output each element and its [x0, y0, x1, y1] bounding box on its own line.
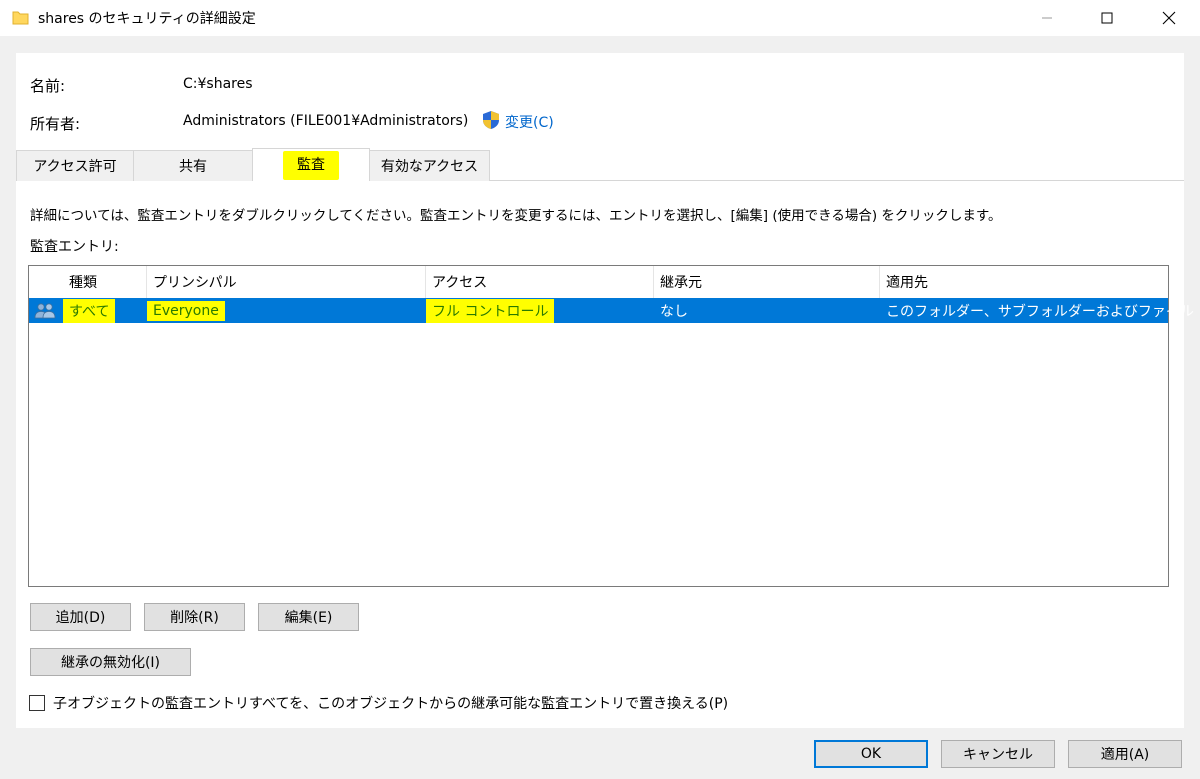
column-header-type[interactable]: 種類 — [63, 266, 147, 298]
minimize-icon — [1042, 17, 1052, 19]
maximize-icon — [1101, 12, 1113, 24]
tab-effective-access-label: 有効なアクセス — [380, 159, 479, 175]
maximize-button[interactable] — [1084, 0, 1130, 36]
ok-button[interactable]: OK — [814, 740, 928, 768]
tab-auditing-label: 監査 — [283, 150, 339, 180]
tab-permissions-label: アクセス許可 — [33, 159, 117, 175]
cell-principal: Everyone — [147, 298, 225, 323]
cell-inherited-from: なし — [660, 303, 688, 320]
name-value: C:¥shares — [183, 76, 253, 92]
edit-button[interactable]: 編集(E) — [258, 603, 359, 631]
close-icon — [1162, 11, 1176, 25]
uac-shield-icon — [483, 111, 499, 129]
close-button[interactable] — [1146, 0, 1192, 36]
users-icon — [34, 303, 56, 319]
cell-access: フル コントロール — [426, 298, 555, 323]
name-label: 名前: — [30, 77, 66, 95]
audit-entries-label: 監査エントリ: — [30, 239, 119, 255]
cancel-button[interactable]: キャンセル — [941, 740, 1055, 768]
apply-button[interactable]: 適用(A) — [1068, 740, 1182, 768]
cell-type: すべて — [63, 298, 116, 323]
tab-share[interactable]: 共有 — [133, 150, 253, 181]
owner-value: Administrators (FILE001¥Administrators) — [183, 113, 469, 129]
tab-auditing[interactable]: 監査 — [252, 148, 370, 181]
add-button[interactable]: 追加(D) — [30, 603, 131, 631]
window-title: shares のセキュリティの詳細設定 — [38, 11, 256, 27]
cell-applies-to: このフォルダー、サブフォルダーおよびファイル — [886, 303, 1194, 320]
change-owner-link[interactable]: 変更(C) — [505, 112, 554, 132]
description-text: 詳細については、監査エントリをダブルクリックしてください。監査エントリを変更する… — [30, 208, 1002, 224]
tab-effective-access[interactable]: 有効なアクセス — [369, 150, 490, 181]
column-header-principal[interactable]: プリンシパル — [147, 266, 426, 298]
tab-share-label: 共有 — [179, 159, 207, 175]
owner-label: 所有者: — [30, 115, 81, 133]
column-header-inherited-from[interactable]: 継承元 — [654, 266, 880, 298]
replace-child-entries-label: 子オブジェクトの監査エントリすべてを、このオブジェクトからの継承可能な監査エント… — [53, 696, 729, 712]
column-header-access[interactable]: アクセス — [426, 266, 654, 298]
tab-permissions[interactable]: アクセス許可 — [16, 150, 134, 181]
audit-entries-list[interactable]: 種類 プリンシパル アクセス 継承元 適用先 すべて Everyone フル コ… — [28, 265, 1194, 587]
remove-button[interactable]: 削除(R) — [144, 603, 245, 631]
minimize-button[interactable] — [1024, 0, 1070, 36]
title-bar: shares のセキュリティの詳細設定 — [0, 0, 1200, 36]
column-header-applies-to[interactable]: 適用先 — [880, 266, 1168, 298]
replace-child-entries-checkbox[interactable] — [29, 695, 45, 711]
folder-icon — [12, 11, 29, 25]
disable-inheritance-button[interactable]: 継承の無効化(I) — [30, 648, 191, 676]
